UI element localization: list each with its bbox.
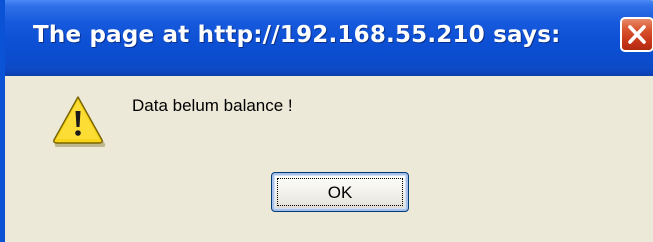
dialog-title: The page at http://192.168.55.210 says: xyxy=(33,22,561,48)
title-bar[interactable]: The page at http://192.168.55.210 says: xyxy=(5,0,653,76)
dialog-body: Data belum balance ! OK xyxy=(5,76,653,242)
ok-button[interactable]: OK xyxy=(271,172,409,212)
warning-icon xyxy=(53,96,106,147)
ok-button-label: OK xyxy=(327,183,353,202)
alert-message: Data belum balance ! xyxy=(132,96,293,115)
alert-dialog: The page at http://192.168.55.210 says: … xyxy=(0,0,653,242)
close-button[interactable] xyxy=(620,17,653,52)
close-icon xyxy=(628,25,646,44)
